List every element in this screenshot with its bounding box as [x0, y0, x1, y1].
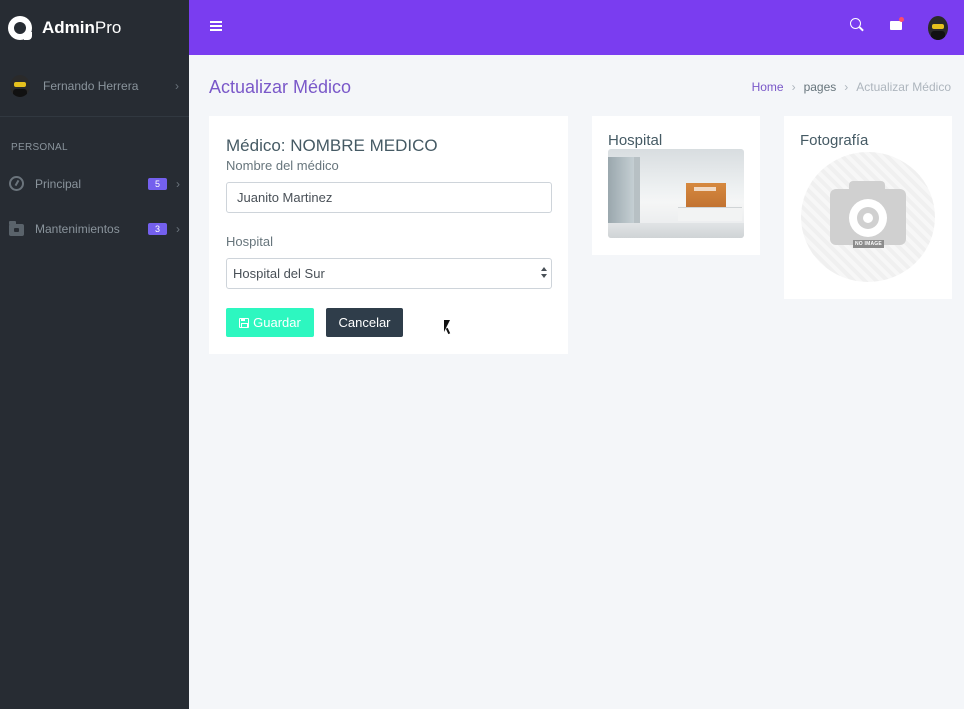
no-image-placeholder: NO IMAGE — [801, 152, 935, 282]
sidebar-item-label: Mantenimientos — [35, 221, 120, 236]
breadcrumb-current: Actualizar Médico — [856, 80, 951, 94]
sidebar-item-mantenimientos[interactable]: Mantenimientos 3 › — [0, 206, 189, 251]
save-button-label: Guardar — [253, 315, 301, 330]
chevron-right-icon: › — [175, 78, 179, 93]
brand-name: AdminPro — [42, 17, 122, 37]
user-name: Fernando Herrera — [43, 78, 139, 93]
chevron-right-icon: › — [176, 221, 180, 236]
hospital-image — [608, 149, 744, 238]
sidebar-item-principal[interactable]: Principal 5 › — [0, 161, 189, 206]
sidebar-item-label: Principal — [35, 176, 82, 191]
no-image-label: NO IMAGE — [853, 240, 884, 248]
photo-card-title: Fotografía — [800, 132, 869, 149]
menu-icon[interactable] — [210, 21, 222, 31]
logo-icon — [8, 15, 32, 40]
search-icon[interactable] — [850, 18, 865, 33]
hospital-label: Hospital — [226, 234, 273, 249]
hospital-card-title: Hospital — [608, 132, 663, 149]
user-avatar-icon[interactable] — [928, 16, 948, 40]
hospital-select[interactable]: Hospital del Sur — [226, 258, 552, 289]
user-panel[interactable]: Fernando Herrera › — [0, 55, 189, 117]
name-label: Nombre del médico — [226, 158, 339, 173]
mail-icon[interactable] — [890, 17, 904, 30]
breadcrumb-pages[interactable]: pages — [804, 80, 837, 94]
save-button[interactable]: Guardar — [226, 308, 314, 337]
doctor-form-card: Médico: NOMBRE MEDICO Nombre del médico … — [209, 116, 568, 354]
sidebar: AdminPro Fernando Herrera › PERSONAL Pri… — [0, 0, 189, 709]
mouse-cursor-icon — [444, 320, 450, 332]
hospital-select-value: Hospital del Sur — [233, 266, 325, 281]
section-label: PERSONAL — [11, 142, 68, 153]
chevron-right-icon: › — [176, 176, 180, 191]
breadcrumb: Home › pages › Actualizar Médico — [752, 80, 951, 94]
breadcrumb-separator: › — [844, 80, 849, 94]
save-icon — [239, 317, 250, 328]
gauge-icon — [9, 176, 24, 191]
select-arrows-icon — [541, 267, 547, 281]
camera-lens-icon — [849, 199, 887, 237]
folder-icon — [9, 220, 24, 236]
breadcrumb-separator: › — [791, 80, 796, 94]
hospital-card: Hospital — [592, 116, 760, 255]
avatar-icon — [10, 74, 30, 97]
page-title: Actualizar Médico — [209, 77, 352, 97]
brand[interactable]: AdminPro — [0, 0, 189, 55]
photo-card: Fotografía NO IMAGE — [784, 116, 952, 299]
form-heading: Médico: NOMBRE MEDICO — [226, 136, 438, 155]
breadcrumb-home[interactable]: Home — [752, 80, 784, 94]
cancel-button[interactable]: Cancelar — [326, 308, 403, 337]
topbar — [189, 0, 964, 55]
count-badge: 5 — [147, 177, 167, 190]
doctor-name-input[interactable] — [226, 182, 552, 213]
count-badge: 3 — [147, 222, 167, 235]
